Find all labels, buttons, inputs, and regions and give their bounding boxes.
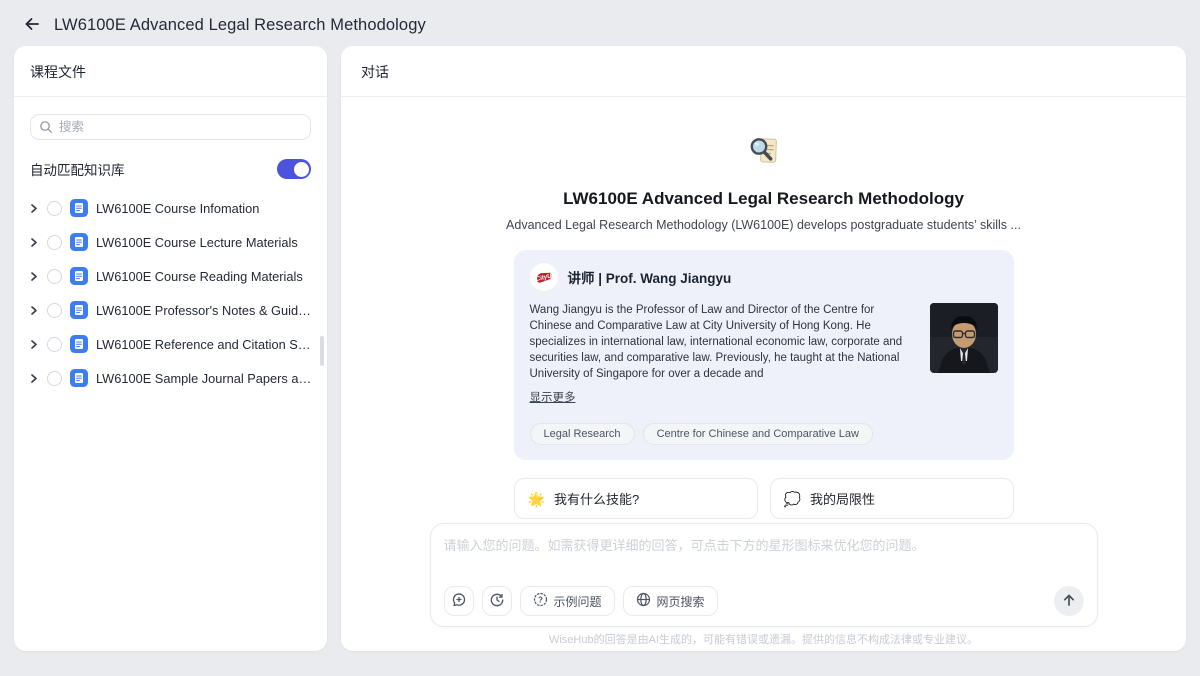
suggestion-label: 我有什么技能?	[554, 489, 639, 508]
chat-body: LW6100E Advanced Legal Research Methodol…	[341, 97, 1186, 651]
suggestion-button[interactable]: 💭 我的局限性	[770, 478, 1014, 519]
file-checkbox[interactable]	[47, 269, 62, 284]
auto-match-label: 自动匹配知识库	[30, 159, 125, 179]
chevron-right-icon[interactable]	[28, 339, 39, 350]
history-button[interactable]	[482, 586, 512, 616]
file-checkbox[interactable]	[47, 235, 62, 250]
file-label: LW6100E Reference and Citation Styles	[96, 337, 313, 352]
chevron-right-icon[interactable]	[28, 373, 39, 384]
chat-header: 对话	[341, 46, 1186, 97]
instructor-tags: Legal Research Centre for Chinese and Co…	[530, 423, 998, 445]
instructor-name: 讲师 | Prof. Wang Jiangyu	[568, 267, 732, 287]
back-button[interactable]	[22, 15, 42, 35]
search-icon	[39, 120, 53, 134]
composer-toolbar: ? 示例问题 网页搜索	[444, 586, 1084, 616]
toggle-knob	[294, 162, 309, 177]
file-checkbox[interactable]	[47, 303, 62, 318]
instructor-bio: Wang Jiangyu is the Professor of Law and…	[530, 302, 916, 382]
file-label: LW6100E Course Lecture Materials	[96, 235, 298, 250]
file-label: LW6100E Course Infomation	[96, 201, 259, 216]
tag-badge: Centre for Chinese and Comparative Law	[643, 423, 873, 445]
instructor-photo	[930, 303, 998, 373]
file-checkbox[interactable]	[47, 371, 62, 386]
knowledge-base-icon	[70, 267, 88, 285]
suggestion-emoji-icon: 🌟	[528, 492, 545, 506]
ai-disclaimer: WiseHub的回答是由AI生成的，可能有错误或遗漏。提供的信息不构成法律或专业…	[341, 631, 1186, 647]
page-title: LW6100E Advanced Legal Research Methodol…	[54, 16, 426, 35]
question-badge-icon: ?	[533, 592, 548, 610]
web-search-label: 网页搜索	[657, 593, 705, 610]
suggestion-emoji-icon: 💭	[784, 492, 801, 506]
suggestion-button[interactable]: 🌟 我有什么技能?	[514, 478, 758, 519]
file-tree-item[interactable]: LW6100E Course Infomation	[22, 191, 319, 225]
auto-match-toggle[interactable]	[277, 159, 311, 179]
knowledge-base-icon	[70, 199, 88, 217]
file-checkbox[interactable]	[47, 201, 62, 216]
new-chat-button[interactable]	[444, 586, 474, 616]
cityu-logo-avatar: CityU	[530, 263, 558, 291]
topbar: LW6100E Advanced Legal Research Methodol…	[0, 0, 1200, 46]
auto-match-row: 自动匹配知识库	[30, 159, 311, 179]
search-input[interactable]	[30, 114, 311, 140]
history-clock-icon	[489, 592, 505, 611]
sidebar-title: 课程文件	[14, 46, 327, 97]
chevron-right-icon[interactable]	[28, 203, 39, 214]
course-title: LW6100E Advanced Legal Research Methodol…	[563, 189, 964, 209]
chevron-right-icon[interactable]	[28, 237, 39, 248]
content-area: 课程文件 自动匹配知识库	[0, 46, 1200, 651]
file-tree-item[interactable]: LW6100E Sample Journal Papers and...	[22, 361, 319, 395]
question-input[interactable]	[444, 535, 1084, 577]
file-checkbox[interactable]	[47, 337, 62, 352]
suggestion-buttons: 🌟 我有什么技能? 💭 我的局限性	[514, 478, 1014, 519]
suggestion-label: 我的局限性	[810, 489, 875, 508]
knowledge-base-icon	[70, 233, 88, 251]
show-more-link[interactable]: 显示更多	[530, 389, 576, 405]
instructor-card-body: Wang Jiangyu is the Professor of Law and…	[530, 302, 998, 406]
document-search-icon	[746, 133, 782, 169]
file-label: LW6100E Sample Journal Papers and...	[96, 371, 313, 386]
globe-icon	[636, 592, 651, 610]
chat-panel: 对话 LW6100E Advanced Legal Research Metho…	[341, 46, 1186, 651]
file-tree-item[interactable]: LW6100E Professor's Notes & Guidance	[22, 293, 319, 327]
example-questions-label: 示例问题	[554, 593, 602, 610]
instructor-card: CityU 讲师 | Prof. Wang Jiangyu Wang Jiang…	[514, 250, 1014, 460]
knowledge-base-icon	[70, 335, 88, 353]
new-chat-bubble-plus-icon	[451, 592, 467, 611]
tag-badge: Legal Research	[530, 423, 635, 445]
sidebar-scrollbar[interactable]	[320, 336, 324, 366]
message-composer: ? 示例问题 网页搜索	[430, 523, 1098, 627]
svg-text:?: ?	[538, 595, 543, 604]
file-label: LW6100E Professor's Notes & Guidance	[96, 303, 313, 318]
course-files-sidebar: 课程文件 自动匹配知识库	[14, 46, 327, 651]
example-questions-button[interactable]: ? 示例问题	[520, 586, 615, 616]
knowledge-base-icon	[70, 301, 88, 319]
chevron-right-icon[interactable]	[28, 305, 39, 316]
file-tree: LW6100E Course Infomation LW6100E Course…	[14, 187, 327, 403]
knowledge-base-icon	[70, 369, 88, 387]
chevron-right-icon[interactable]	[28, 271, 39, 282]
web-search-button[interactable]: 网页搜索	[623, 586, 718, 616]
instructor-card-header: CityU 讲师 | Prof. Wang Jiangyu	[530, 263, 998, 291]
file-tree-item[interactable]: LW6100E Reference and Citation Styles	[22, 327, 319, 361]
file-tree-item[interactable]: LW6100E Course Reading Materials	[22, 259, 319, 293]
search-box	[30, 114, 311, 140]
course-subtitle: Advanced Legal Research Methodology (LW6…	[506, 218, 1021, 232]
file-tree-item[interactable]: LW6100E Course Lecture Materials	[22, 225, 319, 259]
send-button[interactable]	[1054, 586, 1084, 616]
arrow-left-icon	[23, 15, 41, 38]
file-label: LW6100E Course Reading Materials	[96, 269, 303, 284]
arrow-up-icon	[1062, 593, 1076, 610]
